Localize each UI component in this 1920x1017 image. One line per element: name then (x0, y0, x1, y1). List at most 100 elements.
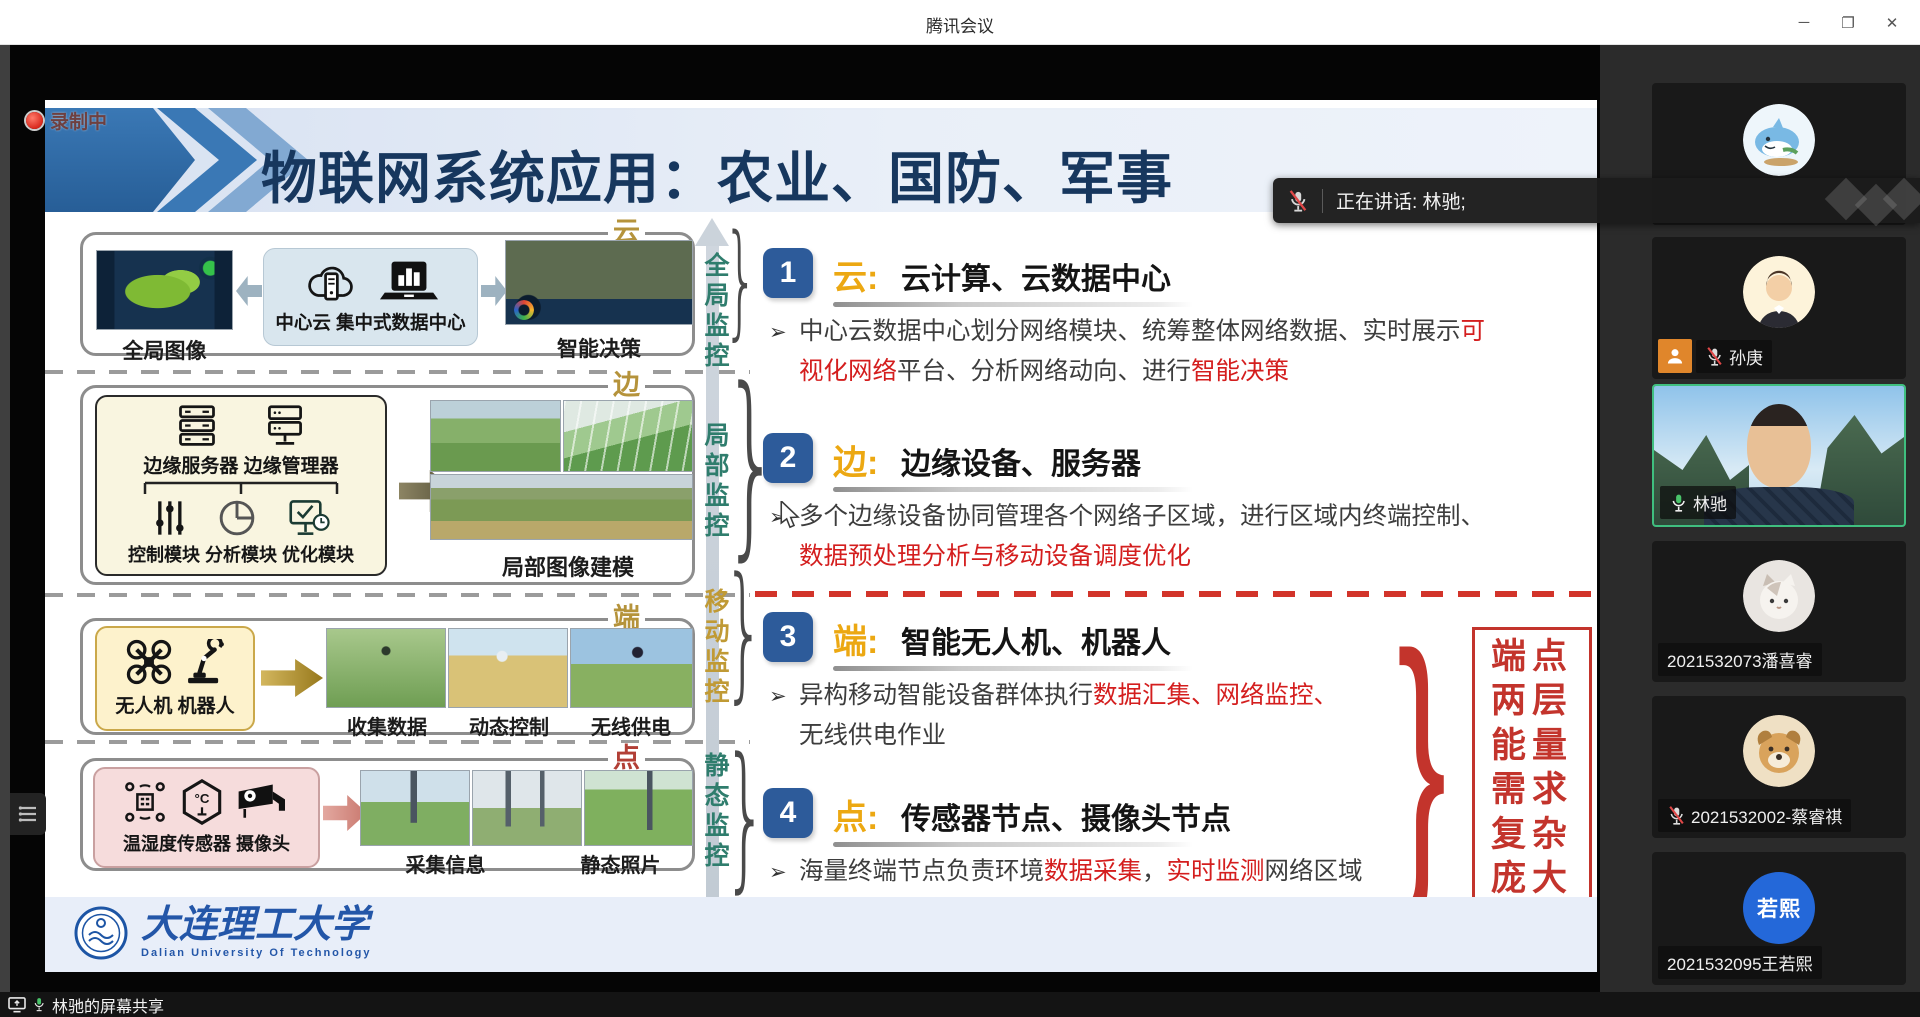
global-map-photo (96, 250, 233, 330)
greenhouse-photo (563, 400, 693, 472)
window-title: 腾讯会议 (926, 17, 994, 36)
side-note-row: 端点 (1490, 636, 1573, 676)
sensor-camera-caption: 温湿度传感器 摄像头 (122, 834, 290, 855)
node-layer-box: 点 °C 温湿度传感器 摄像头 采集信息 静态照片 (80, 743, 695, 877)
point-number-badge: 3 (763, 612, 813, 662)
participant-tile[interactable]: 2021532073潘喜睿 (1652, 541, 1906, 682)
highlight-red-text: 数据预处理分析与移动设备调度优化 (799, 543, 1191, 570)
cloud-layer-box: 云 全局图像 中心云 集中式数据中心 智能决策 (80, 217, 695, 363)
bullet-text-segment: 海量终端节点负责环境 (799, 858, 1044, 885)
edge-manager-icon (262, 404, 308, 448)
point-key-label: 边: (833, 444, 879, 482)
participant-tile[interactable]: 林驰 (1652, 384, 1906, 527)
point-heading: 边缘设备、服务器 (901, 448, 1141, 481)
red-section-divider (755, 591, 1595, 597)
node-tag: 点 (608, 743, 645, 773)
close-button[interactable]: ✕ (1870, 0, 1914, 45)
bullet-text-segment: 异构移动智能设备群体执行 (799, 682, 1093, 709)
participant-name: 孙庚 (1729, 348, 1763, 368)
side-note-row: 复杂 (1490, 814, 1573, 854)
sidebar-toggle-button[interactable] (10, 793, 46, 835)
bullet-text-segment: 中心云数据中心划分网络模块、统筹整体网络数据、实时展示 (799, 318, 1461, 345)
participant-name-chip: 2021532073潘喜睿 (1658, 643, 1822, 676)
minimize-button[interactable]: ─ (1782, 0, 1826, 45)
slide-title: 物联网系统应用：农业、国防、军事 (261, 147, 1173, 210)
active-mic-icon (1669, 492, 1688, 513)
highlight-red-text: 智能决策 (1191, 358, 1289, 385)
mic-active-icon (32, 996, 46, 1013)
highlight-red-text: 数据采集 (1044, 858, 1142, 885)
participant-avatar (1743, 715, 1815, 787)
side-note-row: 庞大 (1490, 859, 1573, 899)
toast-divider (1322, 188, 1323, 213)
point-bullet-text: ➢ 异构移动智能设备群体执行数据汇集、网络监控、无线供电作业 (769, 676, 1359, 756)
point-number-badge: 4 (763, 788, 813, 838)
decision-map-photo (505, 240, 693, 325)
point-heading: 云计算、云数据中心 (901, 263, 1171, 296)
analysis-pie-icon (217, 498, 257, 538)
arrow-right-icon (481, 276, 507, 306)
node-photo-caption: 静态照片 (580, 855, 661, 877)
participant-name: 林驰 (1693, 495, 1727, 514)
analytics-ring-icon (514, 300, 534, 320)
robot-arm-icon (182, 638, 226, 685)
bullet-text-segment: 网络区域 (1264, 858, 1363, 885)
drone-icon (124, 639, 174, 685)
monitor-axis-label: 静态监控 (701, 752, 729, 872)
tile-label-row: 2021532002-蔡睿祺 (1658, 799, 1852, 832)
participant-name: 2021532002-蔡睿祺 (1691, 808, 1843, 827)
edge-modules-caption: 控制模块 分析模块 优化模块 (127, 545, 354, 565)
participant-tile[interactable]: 若熙 2021532095王若熙 (1652, 852, 1906, 985)
drone-wheat-photo (448, 628, 568, 708)
red-brace: } (1397, 593, 1447, 924)
control-sliders-icon (151, 498, 187, 538)
bullet-arrow-icon: ➢ (769, 321, 787, 344)
participant-avatar (1743, 104, 1815, 176)
recording-dot-icon (26, 112, 43, 129)
connector-lines (143, 481, 339, 494)
device-layer-box: 端 无人机 机器人 收集数据 动态控制 无线供电 (80, 603, 695, 739)
participant-tile[interactable]: 2021532002-蔡睿祺 (1652, 696, 1906, 838)
weather-station-photo (360, 770, 470, 846)
participant-name: 2021532095王若熙 (1667, 955, 1813, 974)
temperature-hex-icon: °C (180, 778, 224, 825)
field-photo (430, 400, 561, 472)
laptop-chart-icon (378, 259, 440, 303)
heading-underline (833, 842, 1193, 847)
maximize-button[interactable]: ❐ (1826, 0, 1870, 45)
device-photo-caption: 收集数据 (347, 717, 427, 739)
arrow-left-icon (236, 276, 262, 306)
share-status-text: 林驰的屏幕共享 (52, 998, 165, 1016)
point-heading: 传感器节点、摄像头节点 (901, 803, 1231, 836)
node-photo-captions: 采集信息 静态照片 (373, 849, 693, 878)
muted-mic-icon (1287, 189, 1309, 213)
cctv-camera-icon (236, 781, 292, 823)
drone-sky-photo (570, 628, 693, 708)
farmland-photo (430, 474, 693, 540)
point-key-label: 端: (833, 623, 879, 661)
monitoring-station-photo (472, 770, 582, 846)
recording-indicator: 录制中 (26, 107, 107, 134)
bullet-arrow-icon: ➢ (769, 861, 787, 884)
edge-layer-box: 边 边缘服务器 边缘管理器 控制模块 分析模块 优化模块 局部图像建模 (80, 370, 695, 585)
speaking-toast: 正在讲话: 林驰; (1273, 177, 1920, 227)
cloud-hub-caption: 中心云 集中式数据中心 (275, 312, 466, 333)
device-photo-caption: 动态控制 (469, 717, 549, 739)
device-photo-caption: 无线供电 (591, 717, 671, 739)
edge-modules-chip: 边缘服务器 边缘管理器 控制模块 分析模块 优化模块 (95, 395, 387, 576)
monitor-axis-label: 移动监控 (701, 588, 729, 708)
decision-caption: 智能决策 (557, 338, 641, 361)
device-photo-captions: 收集数据 动态控制 无线供电 (326, 711, 693, 740)
device-arrow-icon (261, 659, 323, 697)
university-logo-icon (73, 905, 129, 961)
recording-label: 录制中 (50, 112, 108, 133)
tile-label-row: 孙庚 (1658, 339, 1772, 373)
cloud-server-icon (302, 259, 360, 303)
tile-label-row: 2021532095王若熙 (1658, 946, 1822, 979)
participant-name: 2021532073潘喜睿 (1667, 652, 1813, 671)
tencent-meeting-window: 腾讯会议 ─ ❐ ✕ 物联网系统应用：农业、国防、军事 云 全局图像 中心云 集… (0, 0, 1920, 1017)
heading-underline (833, 487, 1193, 492)
host-badge-icon (1658, 339, 1692, 373)
point-heading: 智能无人机、机器人 (901, 627, 1171, 660)
participant-tile[interactable]: 孙庚 (1652, 237, 1906, 379)
